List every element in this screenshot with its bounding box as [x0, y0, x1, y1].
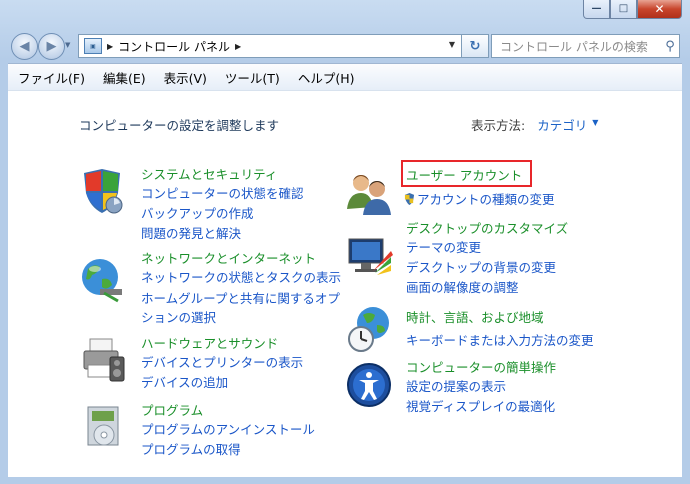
link-add-device[interactable]: デバイスの追加 [141, 372, 228, 391]
minimize-icon: — [591, 3, 602, 14]
content-pane: コンピューターの設定を調整します 表示方法: カテゴリ ▼ システムとセキュリテ… [8, 90, 682, 477]
address-dropdown-icon[interactable]: ▼ [449, 40, 455, 49]
close-icon: ✕ [654, 2, 665, 16]
maximize-icon: □ [618, 3, 629, 14]
search-icon[interactable]: ⚲ [661, 39, 679, 54]
search-box[interactable]: コントロール パネルの検索 ⚲ [491, 34, 680, 58]
breadcrumb-control-panel[interactable]: コントロール パネル [118, 38, 230, 55]
menu-edit[interactable]: 編集(E) [93, 68, 154, 87]
link-homegroup-options-cont[interactable]: ションの選択 [141, 307, 216, 326]
link-change-account-type[interactable]: アカウントの種類の変更 [404, 189, 555, 208]
breadcrumb-arrow-icon[interactable]: ▶ [107, 42, 113, 51]
link-change-keyboard[interactable]: キーボードまたは入力方法の変更 [406, 330, 594, 349]
ease-of-access-icon[interactable] [345, 361, 393, 409]
shield-icon[interactable] [78, 167, 126, 215]
view-by-label: 表示方法: [471, 118, 526, 133]
refresh-button[interactable]: ↻ [461, 34, 489, 58]
link-adjust-resolution[interactable]: 画面の解像度の調整 [406, 277, 519, 296]
control-panel-icon: ▣ [84, 38, 102, 54]
forward-button[interactable]: ▶ [38, 33, 65, 60]
link-devices-printers[interactable]: デバイスとプリンターの表示 [141, 352, 303, 371]
menu-file[interactable]: ファイル(F) [8, 68, 93, 87]
search-input[interactable]: コントロール パネルの検索 [492, 38, 661, 55]
link-change-background[interactable]: デスクトップの背景の変更 [406, 257, 556, 276]
link-network-status[interactable]: ネットワークの状態とタスクの表示 [141, 267, 341, 286]
menu-bar: ファイル(F) 編集(E) 表示(V) ツール(T) ヘルプ(H) [8, 63, 682, 90]
view-by: 表示方法: カテゴリ ▼ [471, 115, 598, 134]
link-change-theme[interactable]: テーマの変更 [406, 237, 481, 256]
minimize-button[interactable]: — [583, 0, 610, 19]
link-uninstall-program[interactable]: プログラムのアンインストール [141, 419, 315, 438]
category-appearance[interactable]: デスクトップのカスタマイズ [406, 218, 568, 237]
maximize-button[interactable]: □ [610, 0, 637, 19]
category-hardware-sound[interactable]: ハードウェアとサウンド [141, 333, 278, 352]
uac-shield-icon [404, 193, 415, 205]
link-suggested-settings[interactable]: 設定の提案の表示 [406, 376, 506, 395]
clock-globe-icon[interactable] [345, 305, 393, 353]
link-check-computer-status[interactable]: コンピューターの状態を確認 [141, 183, 304, 202]
programs-icon[interactable] [80, 403, 128, 451]
link-optimize-display[interactable]: 視覚ディスプレイの最適化 [406, 396, 555, 415]
category-ease-of-access[interactable]: コンピューターの簡単操作 [406, 357, 556, 376]
chevron-down-icon[interactable]: ▼ [592, 118, 598, 134]
user-accounts-icon[interactable] [345, 169, 393, 217]
forward-arrow-icon: ▶ [46, 39, 57, 54]
category-system-security[interactable]: システムとセキュリティ [141, 164, 277, 183]
link-homegroup-options[interactable]: ホームグループと共有に関するオプ [141, 288, 340, 307]
category-user-accounts[interactable]: ユーザー アカウント [406, 165, 522, 184]
desktop-customize-icon[interactable] [345, 231, 393, 279]
page-title: コンピューターの設定を調整します [79, 118, 280, 133]
category-programs[interactable]: プログラム [141, 400, 203, 419]
refresh-icon: ↻ [469, 38, 481, 54]
menu-tools[interactable]: ツール(T) [215, 68, 288, 87]
back-button[interactable]: ◀ [11, 33, 38, 60]
breadcrumb-arrow-icon[interactable]: ▶ [235, 42, 241, 51]
menu-help[interactable]: ヘルプ(H) [288, 68, 363, 87]
window-frame: — □ ✕ ◀ ▶ ▼ ▣ ▶ コントロール パネル ▶ ▼ ↻ コントロール … [0, 0, 690, 484]
window-controls: — □ ✕ [583, 0, 682, 19]
view-by-dropdown[interactable]: カテゴリ [537, 115, 587, 134]
address-bar[interactable]: ▣ ▶ コントロール パネル ▶ ▼ [78, 34, 462, 58]
recent-pages-dropdown[interactable]: ▼ [65, 41, 74, 51]
printer-icon[interactable] [80, 335, 128, 383]
category-network-internet[interactable]: ネットワークとインターネット [141, 248, 316, 267]
close-button[interactable]: ✕ [637, 0, 682, 19]
back-arrow-icon: ◀ [19, 39, 30, 54]
menu-view[interactable]: 表示(V) [154, 68, 215, 87]
link-change-account-type-label: アカウントの種類の変更 [417, 192, 555, 207]
link-find-fix-problems[interactable]: 問題の発見と解決 [141, 223, 241, 242]
link-create-backup[interactable]: バックアップの作成 [141, 203, 254, 222]
network-globe-icon[interactable] [78, 255, 126, 303]
category-clock-language-region[interactable]: 時計、言語、および地域 [406, 307, 544, 326]
link-get-programs[interactable]: プログラムの取得 [141, 439, 241, 458]
